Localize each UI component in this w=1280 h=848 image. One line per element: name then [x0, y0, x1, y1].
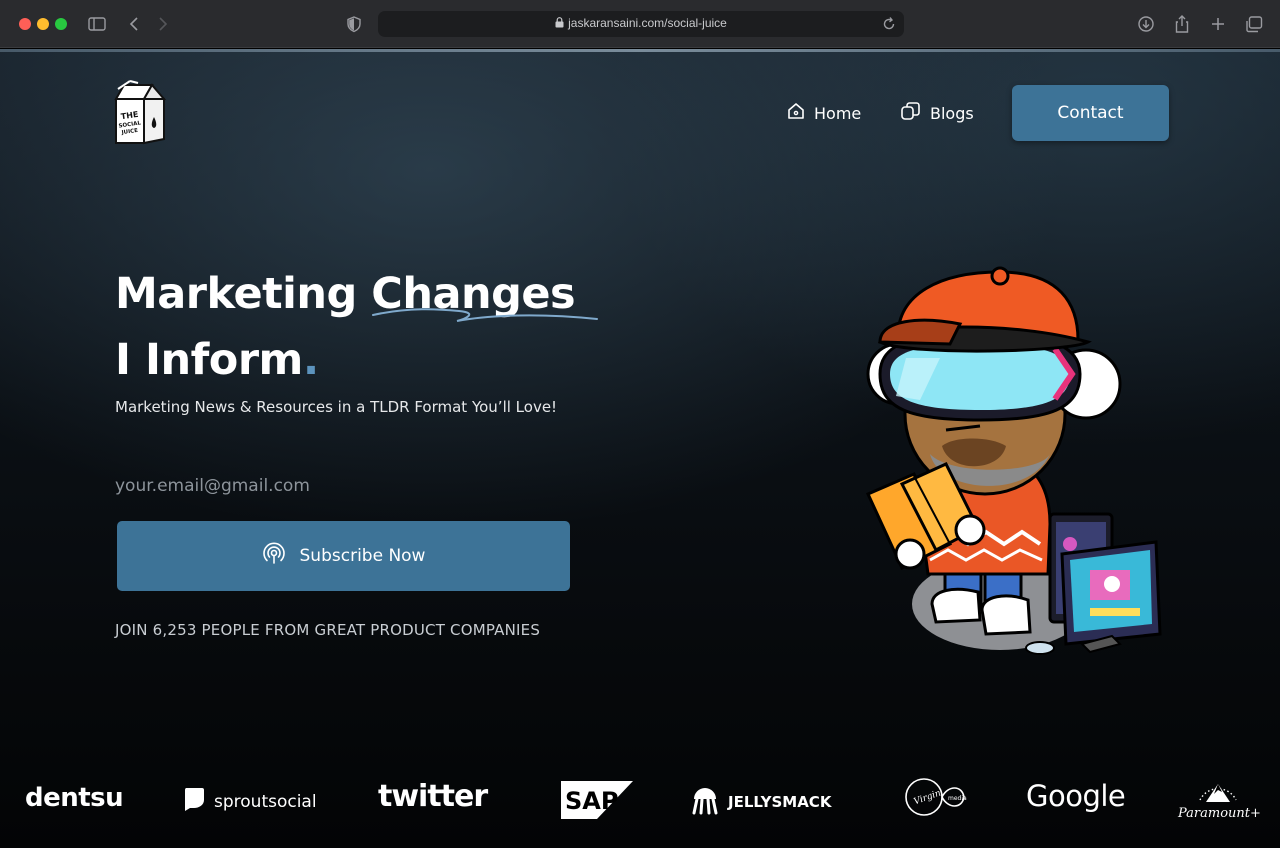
sprout-leaf-icon — [182, 786, 206, 817]
jellysmack-text: JELLYSMACK — [728, 793, 832, 811]
jellyfish-icon — [690, 785, 720, 819]
paramount-mountain-icon — [1199, 784, 1237, 802]
contact-button[interactable]: Contact — [1012, 85, 1169, 141]
close-window-button[interactable] — [19, 18, 31, 30]
reload-icon[interactable] — [882, 16, 896, 36]
paramount-text: Paramount+ — [1178, 806, 1261, 821]
join-count-text: JOIN 6,253 PEOPLE FROM GREAT PRODUCT COM… — [115, 621, 541, 639]
tabs-icon[interactable] — [1245, 12, 1263, 36]
url-text: jaskaransaini.com/social-juice — [568, 16, 727, 30]
svg-text:Virgin: Virgin — [913, 788, 943, 807]
mascot-illustration — [865, 266, 1162, 655]
back-icon[interactable] — [128, 12, 140, 36]
scribble-underline — [372, 308, 599, 322]
page-content: THE SOCIAL JUICE Home Blogs Contact Mark… — [0, 49, 1280, 848]
paramount-plus-logo: Paramount+ — [1178, 772, 1261, 821]
social-juice-logo[interactable]: THE SOCIAL JUICE — [108, 79, 172, 149]
nav-blogs-link[interactable]: Blogs — [900, 101, 974, 125]
hero-title-dot: . — [302, 335, 319, 385]
podcast-icon — [262, 542, 286, 571]
sproutsocial-logo: sproutsocial — [182, 786, 317, 817]
browser-toolbar: jaskaransaini.com/social-juice — [0, 0, 1280, 48]
nav-blogs-label: Blogs — [930, 103, 974, 123]
svg-text:media: media — [948, 795, 967, 802]
shield-icon[interactable] — [347, 12, 361, 36]
hero-title-line2: I Inform — [115, 335, 303, 385]
home-icon — [786, 101, 806, 125]
subscribe-label: Subscribe Now — [299, 546, 426, 566]
lock-icon — [555, 17, 564, 31]
dentsu-logo: dentsu — [25, 783, 124, 813]
minimize-window-button[interactable] — [37, 18, 49, 30]
twitter-logo: twitter — [378, 779, 488, 814]
nav-home-label: Home — [814, 103, 862, 123]
hero-title-part1: Marketing — [115, 269, 372, 319]
sap-text: SAP — [565, 787, 618, 815]
subscribe-button[interactable]: Subscribe Now — [117, 521, 570, 591]
email-input[interactable] — [115, 469, 570, 503]
share-icon[interactable] — [1174, 12, 1190, 36]
google-logo: Google — [1026, 779, 1126, 813]
new-tab-icon[interactable] — [1210, 12, 1226, 36]
hero-subtitle: Marketing News & Resources in a TLDR For… — [115, 398, 558, 416]
hero-title: Marketing Changes I Inform. — [115, 261, 675, 393]
jellysmack-logo: JELLYSMACK — [690, 785, 831, 819]
forward-icon[interactable] — [157, 12, 169, 36]
download-icon[interactable] — [1137, 12, 1155, 36]
zoom-window-button[interactable] — [55, 18, 67, 30]
sproutsocial-text: sproutsocial — [214, 791, 317, 812]
nav-home-link[interactable]: Home — [786, 101, 861, 125]
virgin-media-logo: Virgin media — [904, 775, 970, 823]
sap-logo: SAP — [561, 781, 633, 823]
blogs-icon — [900, 101, 922, 125]
sidebar-icon[interactable] — [88, 12, 106, 36]
address-bar[interactable]: jaskaransaini.com/social-juice — [378, 11, 904, 37]
